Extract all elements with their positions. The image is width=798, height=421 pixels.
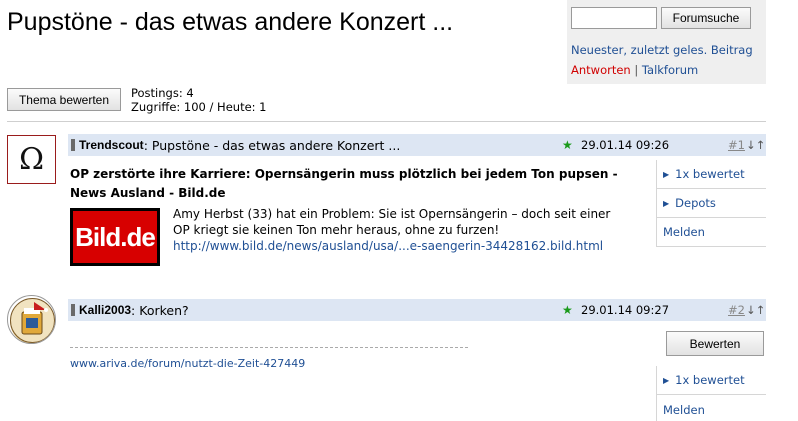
star-icon: ★	[562, 303, 573, 317]
post-author[interactable]: Trendscout	[79, 138, 144, 152]
post-subject: Korken?	[139, 302, 189, 318]
post-date: 29.01.14 09:27	[581, 303, 670, 317]
talkforum-link[interactable]: Talkforum	[642, 63, 698, 77]
post-number-link[interactable]: #2	[728, 303, 745, 317]
page-title: Pupstöne - das etwas andere Konzert ...	[7, 8, 454, 36]
article-title: OP zerstörte ihre Karriere: Opernsängeri…	[70, 167, 618, 200]
article-body: Amy Herbst (33) hat ein Problem: Sie ist…	[173, 206, 629, 254]
rated-label: 1x bewertet	[675, 373, 745, 387]
forum-search-button[interactable]: Forumsuche	[661, 7, 751, 29]
rated-link[interactable]: ▶ 1x bewertet	[657, 160, 766, 189]
avatar-image	[10, 298, 55, 343]
views-count: Zugriffe: 100 / Heute: 1	[131, 100, 267, 114]
report-link[interactable]: Melden	[657, 218, 766, 247]
header-marker	[71, 304, 75, 316]
bild-logo: Bild.de	[70, 208, 160, 266]
avatar[interactable]	[7, 295, 56, 344]
post-author-colon: :	[143, 137, 148, 153]
post-number-link[interactable]: #1	[728, 138, 745, 152]
logo-text: Bild.de	[73, 211, 157, 263]
post-header: Kalli2003 : Korken? ★ 29.01.14 09:27 #2 …	[68, 299, 766, 321]
signature-link[interactable]: www.ariva.de/forum/nutzt-die-Zeit-427449	[70, 357, 305, 370]
signature-divider	[70, 347, 468, 348]
star-icon: ★	[562, 138, 573, 152]
thread-stats: Postings: 4 Zugriffe: 100 / Heute: 1	[131, 86, 267, 114]
link-separator: |	[634, 63, 639, 77]
forum-side-panel: Forumsuche Neuester, zuletzt geles. Beit…	[567, 0, 766, 84]
rate-post-button[interactable]: Bewerten	[666, 331, 764, 356]
triangle-right-icon: ▶	[663, 198, 670, 208]
post-subject: Pupstöne - das etwas andere Konzert ...	[151, 137, 401, 153]
article-link[interactable]: http://www.bild.de/news/ausland/usa/...e…	[173, 239, 603, 253]
post-author[interactable]: Kalli2003	[79, 303, 131, 317]
post-header: Trendscout : Pupstöne - das etwas andere…	[68, 134, 766, 156]
side-links-row: Antworten | Talkforum	[571, 63, 698, 77]
article-text: Amy Herbst (33) hat ein Problem: Sie ist…	[173, 207, 611, 237]
header-marker	[71, 139, 75, 151]
report-link[interactable]: Melden	[657, 395, 766, 421]
avatar[interactable]: Ω	[7, 135, 56, 184]
triangle-right-icon: ▶	[663, 169, 670, 179]
search-input[interactable]	[571, 7, 657, 29]
answer-link[interactable]: Antworten	[571, 63, 631, 77]
depots-link[interactable]: ▶ Depots	[657, 189, 766, 218]
sort-arrows-icon[interactable]: ↓↑	[746, 138, 765, 152]
post-date: 29.01.14 09:26	[581, 138, 670, 152]
report-label: Melden	[663, 225, 705, 239]
rated-link[interactable]: ▶ 1x bewertet	[657, 366, 766, 395]
post-actions: ▶ 1x bewertet Melden	[656, 366, 766, 421]
post-actions: ▶ 1x bewertet ▶ Depots Melden	[656, 160, 766, 247]
report-label: Melden	[663, 402, 705, 417]
triangle-right-icon: ▶	[663, 375, 670, 385]
depots-label: Depots	[675, 196, 716, 210]
postings-count: Postings: 4	[131, 86, 194, 100]
newest-post-link[interactable]: Neuester, zuletzt geles. Beitrag	[571, 43, 753, 57]
post-author-colon: :	[131, 302, 136, 318]
divider	[7, 121, 766, 122]
sort-arrows-icon[interactable]: ↓↑	[746, 303, 765, 317]
rated-label: 1x bewertet	[675, 167, 745, 181]
rate-thread-button[interactable]: Thema bewerten	[7, 88, 121, 111]
